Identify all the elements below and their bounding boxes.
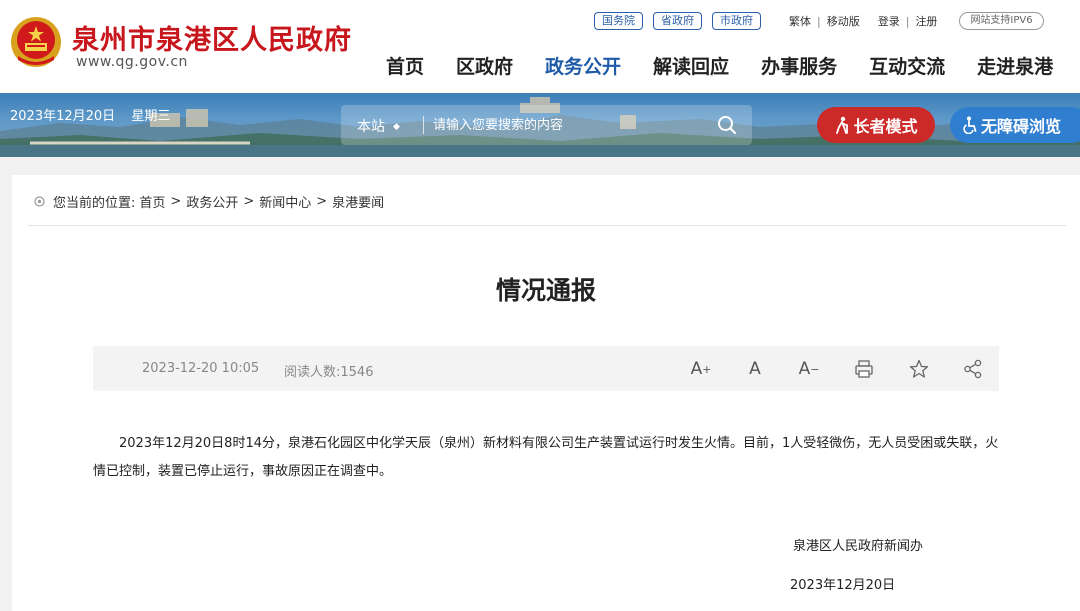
register-link[interactable]: 注册: [915, 13, 937, 29]
breadcrumb-arrow: >: [316, 194, 328, 209]
weekday-text: 星期三: [131, 109, 171, 124]
accessibility-label: 无障碍浏览: [981, 117, 1062, 136]
nav-item-interaction[interactable]: 互动交流: [869, 52, 945, 79]
read-count: 阅读人数:1546: [284, 365, 374, 380]
date-text: 2023年12月20日: [10, 109, 116, 124]
separator: |: [817, 14, 821, 28]
favorite-star-icon[interactable]: [908, 358, 930, 380]
signature-org: 泉港区人民政府新闻办: [793, 539, 924, 554]
mobile-version-link[interactable]: 移动版: [827, 13, 860, 29]
national-emblem-icon: [11, 17, 61, 67]
article-card: 您当前的位置: 首页 > 政务公开 > 新闻中心 > 泉港要闻 情况通报 202…: [12, 175, 1080, 611]
breadcrumb-prefix: 您当前的位置:: [53, 196, 136, 211]
divider: [423, 116, 424, 134]
print-icon[interactable]: [853, 358, 875, 380]
font-larger-label: A: [690, 359, 703, 379]
nav-item-home[interactable]: 首页: [386, 52, 424, 79]
breadcrumb-arrow: >: [243, 194, 255, 209]
search-box: 本站 ◆: [341, 105, 752, 145]
login-link[interactable]: 登录: [878, 13, 900, 29]
nav-item-gov-affairs[interactable]: 政务公开: [545, 52, 621, 79]
location-icon: [34, 195, 45, 207]
font-smaller-label: A: [798, 359, 811, 379]
nav-item-interpretation[interactable]: 解读回应: [653, 52, 729, 79]
breadcrumb-gov-affairs[interactable]: 政务公开: [186, 192, 238, 211]
breadcrumb-local-news[interactable]: 泉港要闻: [332, 192, 384, 211]
font-normal-label: A: [749, 359, 761, 379]
breadcrumb: 您当前的位置: 首页 > 政务公开 > 新闻中心 > 泉港要闻: [34, 192, 384, 211]
site-url: www.qg.gov.cn: [76, 54, 188, 70]
site-name: 泉州市泉港区人民政府: [72, 25, 352, 56]
banner: 2023年12月20日 星期三 本站 ◆ 长者模式 无障碍浏览: [0, 93, 1080, 157]
plus-icon: +: [702, 362, 712, 376]
article-title: 情况通报: [495, 276, 596, 305]
article-meta-bar: 2023-12-20 10:05 阅读人数:1546 A + A A −: [93, 346, 999, 391]
city-gov-link[interactable]: 市政府: [712, 12, 761, 30]
divider: [28, 225, 1066, 226]
elder-mode-label: 长者模式: [853, 117, 918, 136]
sort-caret-icon: ◆: [393, 122, 400, 132]
font-smaller-button[interactable]: A −: [798, 358, 820, 380]
breadcrumb-news-center[interactable]: 新闻中心: [259, 192, 311, 211]
gov-council-link[interactable]: 国务院: [594, 12, 643, 30]
nav-item-district-gov[interactable]: 区政府: [456, 52, 513, 79]
search-icon[interactable]: [716, 114, 738, 136]
breadcrumb-arrow: >: [170, 194, 182, 209]
breadcrumb-home[interactable]: 首页: [139, 192, 165, 211]
elder-person-icon: [836, 116, 849, 134]
minus-icon: −: [810, 362, 820, 376]
signature-date: 2023年12月20日: [790, 578, 896, 593]
site-header: 泉州市泉港区人民政府 www.qg.gov.cn 国务院 省政府 市政府 繁体 …: [0, 0, 1080, 93]
publish-time: 2023-12-20 10:05: [142, 361, 260, 376]
current-date: 2023年12月20日 星期三: [10, 105, 182, 124]
share-icon[interactable]: [962, 358, 984, 380]
font-normal-button[interactable]: A: [744, 358, 766, 380]
search-input[interactable]: [433, 113, 693, 137]
search-scope-label: 本站: [357, 119, 385, 135]
main-nav: 首页 区政府 政务公开 解读回应 办事服务 互动交流 走进泉港: [386, 52, 1080, 79]
nav-item-services[interactable]: 办事服务: [761, 52, 837, 79]
nav-item-about[interactable]: 走进泉港: [977, 52, 1053, 79]
wheelchair-icon: [963, 116, 977, 134]
separator: |: [905, 14, 910, 28]
accessibility-button[interactable]: 无障碍浏览: [950, 107, 1080, 143]
elder-mode-button[interactable]: 长者模式: [817, 107, 935, 143]
province-gov-link[interactable]: 省政府: [653, 12, 702, 30]
traditional-chinese-link[interactable]: 繁体: [789, 13, 811, 29]
font-larger-button[interactable]: A +: [690, 358, 712, 380]
ipv6-badge: 网站支持IPV6: [959, 12, 1044, 30]
search-scope-select[interactable]: 本站 ◆: [357, 116, 400, 136]
article-body: 2023年12月20日8时14分，泉港石化园区中化学天辰（泉州）新材料有限公司生…: [93, 436, 999, 479]
top-links: 国务院 省政府 市政府 繁体 | 移动版 登录 | 注册 网站支持IPV6: [594, 12, 1044, 30]
